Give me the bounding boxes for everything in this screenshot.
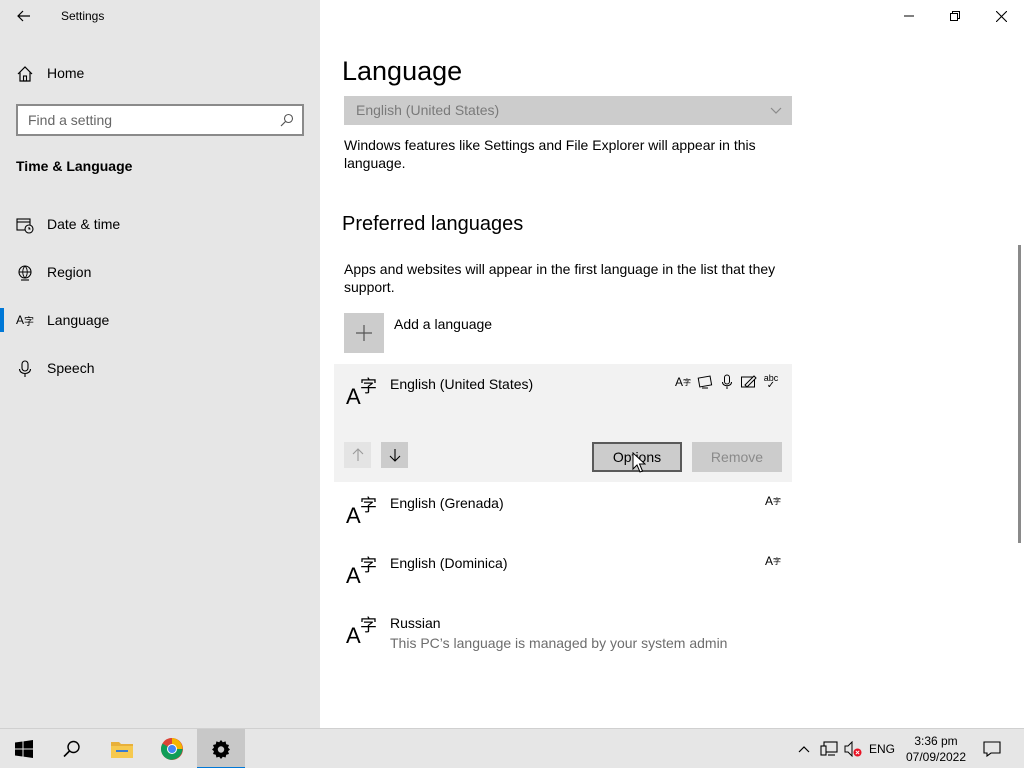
microphone-icon: [18, 360, 32, 377]
settings-taskbar-button[interactable]: [197, 729, 245, 768]
input-language-indicator[interactable]: ENG: [866, 729, 898, 768]
arrow-down-icon: [389, 449, 400, 462]
sidebar-item-region[interactable]: Region: [0, 254, 320, 290]
plus-icon: [344, 313, 384, 353]
language-name: English (Grenada): [390, 495, 504, 511]
move-up-button[interactable]: [344, 442, 371, 468]
language-icon: A字: [16, 313, 35, 328]
move-down-button[interactable]: [381, 442, 408, 468]
app-title: Settings: [61, 9, 105, 23]
network-button[interactable]: [818, 729, 840, 768]
language-item-english-us[interactable]: A字 English (United States) A字 abc✓ Optio…: [334, 364, 792, 482]
settings-icon: [212, 740, 230, 759]
language-pack-icon: A字: [764, 494, 781, 508]
spellcheck-icon: abc ✓: [763, 373, 779, 391]
search-icon: [63, 740, 80, 758]
clock[interactable]: 3:36 pm 07/09/2022: [900, 733, 972, 765]
search-placeholder: Find a setting: [28, 112, 113, 128]
display-icon: [697, 375, 713, 389]
sidebar-item-language[interactable]: A字 Language: [0, 302, 320, 338]
sidebar-item-label: Language: [47, 312, 110, 328]
handwriting-icon: [741, 375, 757, 388]
section-title: Time & Language: [16, 158, 133, 174]
language-item-english-grenada[interactable]: A字 English (Grenada) A字: [334, 483, 792, 543]
main-content: Language English (United States) Windows…: [320, 0, 1024, 728]
language-pack-icon: A字: [764, 554, 781, 568]
display-language-description: Windows features like Settings and File …: [344, 137, 756, 171]
home-icon: [17, 66, 33, 82]
back-button[interactable]: [8, 4, 40, 28]
add-language-label: Add a language: [394, 316, 493, 332]
action-center-button[interactable]: [978, 729, 1006, 768]
preferred-languages-heading: Preferred languages: [342, 213, 524, 235]
display-language-dropdown[interactable]: English (United States): [344, 96, 792, 125]
vertical-scrollbar[interactable]: [1018, 245, 1021, 543]
globe-icon: [18, 265, 32, 281]
back-arrow-icon: [17, 10, 30, 22]
search-icon: [280, 113, 294, 127]
volume-button[interactable]: [842, 729, 864, 768]
volume-muted-icon: [844, 741, 862, 757]
remove-button[interactable]: Remove: [692, 442, 782, 472]
nav-home-label: Home: [47, 65, 85, 81]
show-hidden-icons-button[interactable]: [795, 729, 813, 768]
speech-icon: [722, 374, 732, 389]
display-language-value: English (United States): [356, 102, 500, 118]
nav-home[interactable]: Home: [0, 56, 320, 90]
sidebar-item-date-time[interactable]: Date & time: [0, 206, 320, 242]
chrome-button[interactable]: [148, 729, 196, 768]
arrow-up-icon: [352, 448, 363, 461]
clock-time: 3:36 pm: [914, 734, 958, 748]
notifications-icon: [983, 741, 1001, 757]
language-name: English (United States): [390, 376, 534, 392]
search-input[interactable]: Find a setting: [16, 104, 304, 136]
clock-date: 07/09/2022: [905, 750, 967, 764]
sidebar-item-label: Speech: [47, 360, 95, 376]
chevron-down-icon: [770, 107, 782, 114]
language-item-english-dominica[interactable]: A字 English (Dominica) A字: [334, 543, 792, 603]
start-button[interactable]: [0, 729, 48, 768]
network-icon: [820, 741, 838, 756]
file-explorer-button[interactable]: [98, 729, 146, 768]
taskbar: ENG 3:36 pm 07/09/2022: [0, 728, 1024, 768]
sidebar-item-label: Region: [47, 264, 92, 280]
add-language-button[interactable]: Add a language: [344, 313, 644, 353]
start-icon: [15, 740, 33, 758]
calendar-clock-icon: [16, 218, 34, 234]
sidebar-item-label: Date & time: [47, 216, 121, 232]
page-title: Language: [342, 56, 463, 86]
active-indicator: [0, 308, 4, 332]
chrome-icon: [161, 738, 183, 760]
taskbar-search-button[interactable]: [48, 729, 96, 768]
sidebar: Settings Home Find a setting Time & Lang…: [0, 0, 320, 728]
preferred-languages-description: Apps and websites will appear in the fir…: [344, 261, 776, 295]
language-item-russian[interactable]: A字 Russian This PC’s language is managed…: [334, 603, 792, 663]
file-explorer-icon: [111, 742, 133, 758]
language-pack-icon: A字: [674, 375, 691, 389]
mouse-cursor-icon: [632, 452, 646, 473]
language-name: English (Dominica): [390, 555, 508, 571]
chevron-up-icon: [798, 746, 810, 753]
language-name: Russian: [390, 615, 441, 631]
sidebar-item-speech[interactable]: Speech: [0, 350, 320, 386]
language-admin-note: This PC’s language is managed by your sy…: [390, 635, 728, 651]
